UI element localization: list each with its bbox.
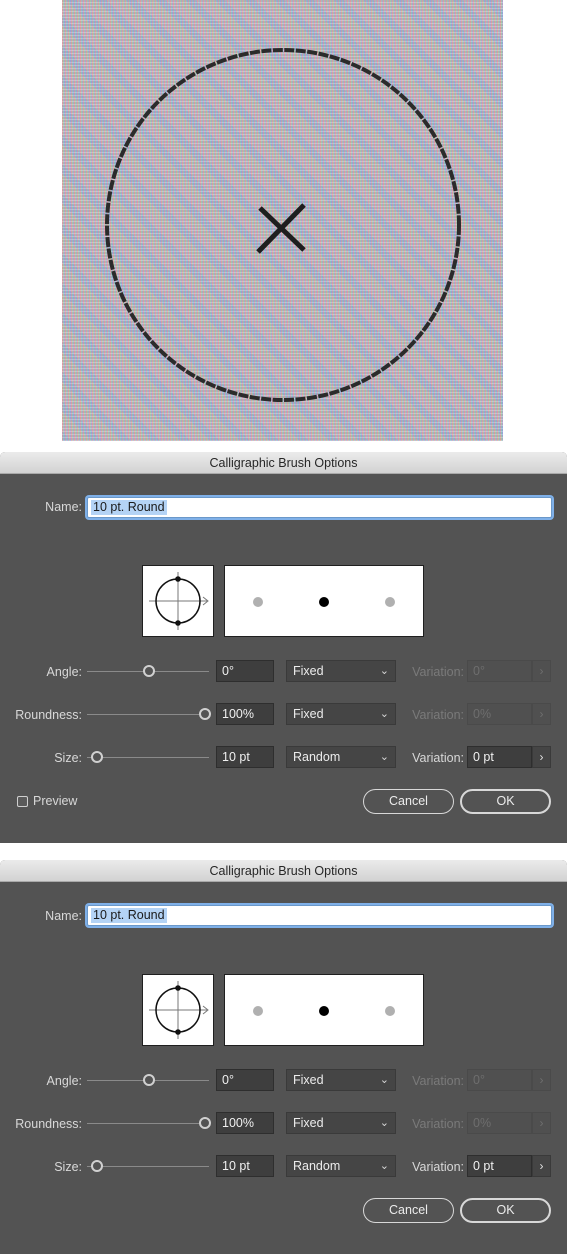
chevron-down-icon: ⌄ (379, 1117, 389, 1129)
chevron-right-icon[interactable]: › (532, 1155, 551, 1177)
roundness-mode-value: Fixed (293, 707, 324, 721)
roundness-mode-select[interactable]: Fixed ⌄ (286, 703, 396, 725)
roundness-variation-label: Variation: (412, 1117, 464, 1131)
size-mode-select[interactable]: Random ⌄ (286, 746, 396, 768)
preview-label: Preview (33, 794, 78, 808)
roundness-slider-track[interactable] (87, 1123, 209, 1124)
min-size-dot (253, 1006, 263, 1016)
roundness-label: Roundness: (15, 708, 82, 722)
ok-button[interactable]: OK (460, 1198, 551, 1223)
chevron-right-icon: › (532, 703, 551, 725)
size-mode-value: Random (293, 750, 341, 764)
brush-variation-preview (224, 565, 424, 637)
chevron-down-icon: ⌄ (379, 1160, 389, 1172)
brush-options-dialog: Calligraphic Brush Options Name: 10 pt. … (0, 452, 567, 843)
size-slider-track[interactable] (87, 1166, 209, 1167)
max-size-dot (385, 1006, 395, 1016)
size-slider-knob[interactable] (91, 1160, 103, 1172)
screen-photo (62, 0, 503, 441)
angle-label: Angle: (46, 1074, 82, 1088)
preview-checkbox[interactable] (17, 796, 28, 807)
size-field[interactable]: 10 pt (216, 1155, 274, 1177)
roundness-mode-select[interactable]: Fixed ⌄ (286, 1112, 396, 1134)
size-variation-field[interactable]: 0 pt (467, 1155, 532, 1177)
chevron-right-icon: › (532, 1069, 551, 1091)
name-field[interactable]: 10 pt. Round (87, 905, 552, 926)
size-label: Size: (54, 751, 82, 765)
cancel-button[interactable]: Cancel (363, 789, 454, 814)
angle-mode-select[interactable]: Fixed ⌄ (286, 660, 396, 682)
min-size-dot (253, 597, 263, 607)
angle-field[interactable]: 0° (216, 660, 274, 682)
chevron-right-icon: › (532, 660, 551, 682)
current-size-dot (319, 597, 329, 607)
size-variation-field[interactable]: 0 pt (467, 746, 532, 768)
chevron-right-icon: › (532, 1112, 551, 1134)
angle-mode-select[interactable]: Fixed ⌄ (286, 1069, 396, 1091)
roundness-slider-knob[interactable] (199, 1117, 211, 1129)
chevron-down-icon: ⌄ (379, 1074, 389, 1086)
angle-variation-field: 0° (467, 660, 532, 682)
angle-mode-value: Fixed (293, 1073, 324, 1087)
max-size-dot (385, 597, 395, 607)
angle-variation-field: 0° (467, 1069, 532, 1091)
name-label: Name: (45, 909, 82, 923)
current-size-dot (319, 1006, 329, 1016)
roundness-slider-knob[interactable] (199, 708, 211, 720)
brush-angle-roundness-icon (149, 572, 209, 630)
size-variation-label: Variation: (412, 751, 464, 765)
roundness-variation-field: 0% (467, 1112, 532, 1134)
roundness-label: Roundness: (15, 1117, 82, 1131)
roundness-variation-label: Variation: (412, 708, 464, 722)
size-label: Size: (54, 1160, 82, 1174)
roundness-mode-value: Fixed (293, 1116, 324, 1130)
dialog-title: Calligraphic Brush Options (0, 452, 567, 474)
angle-variation-label: Variation: (412, 1074, 464, 1088)
dialog-title: Calligraphic Brush Options (0, 860, 567, 882)
cancel-button[interactable]: Cancel (363, 1198, 454, 1223)
brush-shape-preview[interactable] (142, 565, 214, 637)
angle-slider-knob[interactable] (143, 1074, 155, 1086)
size-variation-label: Variation: (412, 1160, 464, 1174)
angle-label: Angle: (46, 665, 82, 679)
angle-field[interactable]: 0° (216, 1069, 274, 1091)
brush-angle-roundness-icon (149, 981, 209, 1039)
name-field[interactable]: 10 pt. Round (87, 497, 552, 518)
angle-slider-knob[interactable] (143, 665, 155, 677)
roundness-field[interactable]: 100% (216, 1112, 274, 1134)
brush-variation-preview (224, 974, 424, 1046)
roundness-slider-track[interactable] (87, 714, 209, 715)
chevron-down-icon: ⌄ (379, 751, 389, 763)
size-slider-track[interactable] (87, 757, 209, 758)
ok-button[interactable]: OK (460, 789, 551, 814)
roundness-field[interactable]: 100% (216, 703, 274, 725)
angle-variation-label: Variation: (412, 665, 464, 679)
name-value: 10 pt. Round (91, 500, 167, 515)
name-value: 10 pt. Round (91, 908, 167, 923)
size-slider-knob[interactable] (91, 751, 103, 763)
size-field[interactable]: 10 pt (216, 746, 274, 768)
chevron-right-icon[interactable]: › (532, 746, 551, 768)
angle-mode-value: Fixed (293, 664, 324, 678)
chevron-down-icon: ⌄ (379, 708, 389, 720)
brush-shape-preview[interactable] (142, 974, 214, 1046)
brush-options-dialog-2: Calligraphic Brush Options Name: 10 pt. … (0, 860, 567, 1254)
chevron-down-icon: ⌄ (379, 665, 389, 677)
size-mode-select[interactable]: Random ⌄ (286, 1155, 396, 1177)
name-label: Name: (45, 500, 82, 514)
roundness-variation-field: 0% (467, 703, 532, 725)
size-mode-value: Random (293, 1159, 341, 1173)
brush-circle-cursor-icon (105, 48, 461, 402)
